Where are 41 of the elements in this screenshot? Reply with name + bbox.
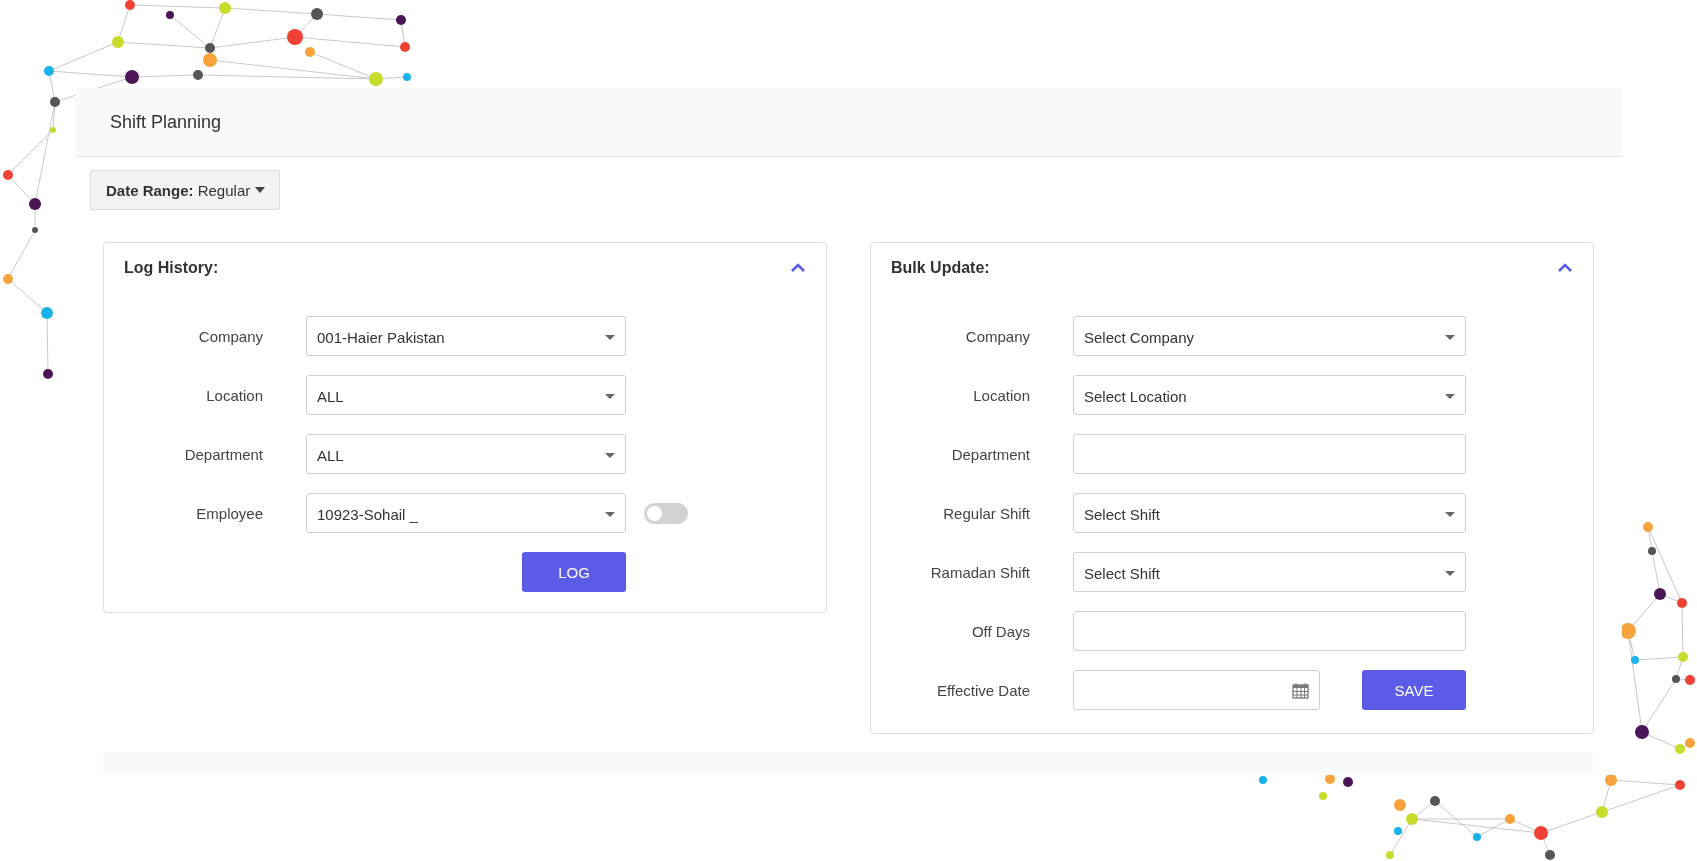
caret-icon bbox=[605, 452, 615, 458]
save-button[interactable]: SAVE bbox=[1362, 670, 1466, 710]
caret-icon bbox=[1445, 511, 1455, 517]
caret-icon bbox=[1445, 393, 1455, 399]
caret-icon bbox=[1445, 334, 1455, 340]
dropdown-field[interactable]: Select Company bbox=[1073, 316, 1466, 356]
dropdown-field[interactable]: Select Location bbox=[1073, 375, 1466, 415]
dropdown-field[interactable]: 001-Haier Pakistan bbox=[306, 316, 626, 356]
field-label: Department bbox=[950, 445, 1030, 463]
calendar-icon bbox=[1292, 681, 1309, 699]
text-field[interactable] bbox=[1073, 434, 1466, 474]
page-title: Shift Planning bbox=[110, 111, 222, 133]
caret-icon bbox=[605, 393, 615, 399]
chevron-icon[interactable] bbox=[790, 263, 806, 273]
chevron-icon[interactable] bbox=[1557, 263, 1573, 273]
field-label: Effective Date bbox=[935, 681, 1030, 699]
panel-title: Log History: bbox=[124, 259, 219, 277]
field-label: Ramadan Shift bbox=[929, 563, 1030, 581]
panel-title: Bulk Update: bbox=[891, 259, 990, 277]
dropdown-field[interactable]: ALL bbox=[306, 434, 626, 474]
dropdown-field[interactable]: ALL bbox=[306, 375, 626, 415]
dropdown-field[interactable]: 10923-Sohail _ bbox=[306, 493, 626, 533]
field-label: Employee bbox=[195, 504, 263, 522]
field-label: Regular Shift bbox=[942, 504, 1030, 522]
dropdown-field[interactable]: Select Shift bbox=[1073, 493, 1466, 533]
toggle-switch[interactable] bbox=[644, 502, 688, 524]
field-label: Department bbox=[183, 445, 263, 463]
field-label: Location bbox=[205, 386, 263, 404]
field-label: Off Days bbox=[970, 622, 1030, 640]
date-range-dropdown[interactable]: Date Range: Regular bbox=[90, 170, 281, 210]
date-field[interactable] bbox=[1073, 670, 1320, 710]
text-field[interactable] bbox=[1073, 611, 1466, 651]
caret-icon bbox=[255, 187, 266, 193]
field-label: Company bbox=[197, 327, 263, 345]
log-button[interactable]: LOG bbox=[522, 552, 626, 592]
field-label: Company bbox=[964, 327, 1030, 345]
caret-icon bbox=[605, 511, 615, 517]
caret-icon bbox=[605, 334, 615, 340]
caret-icon bbox=[1445, 570, 1455, 576]
field-label: Location bbox=[972, 386, 1030, 404]
dropdown-field[interactable]: Select Shift bbox=[1073, 552, 1466, 592]
